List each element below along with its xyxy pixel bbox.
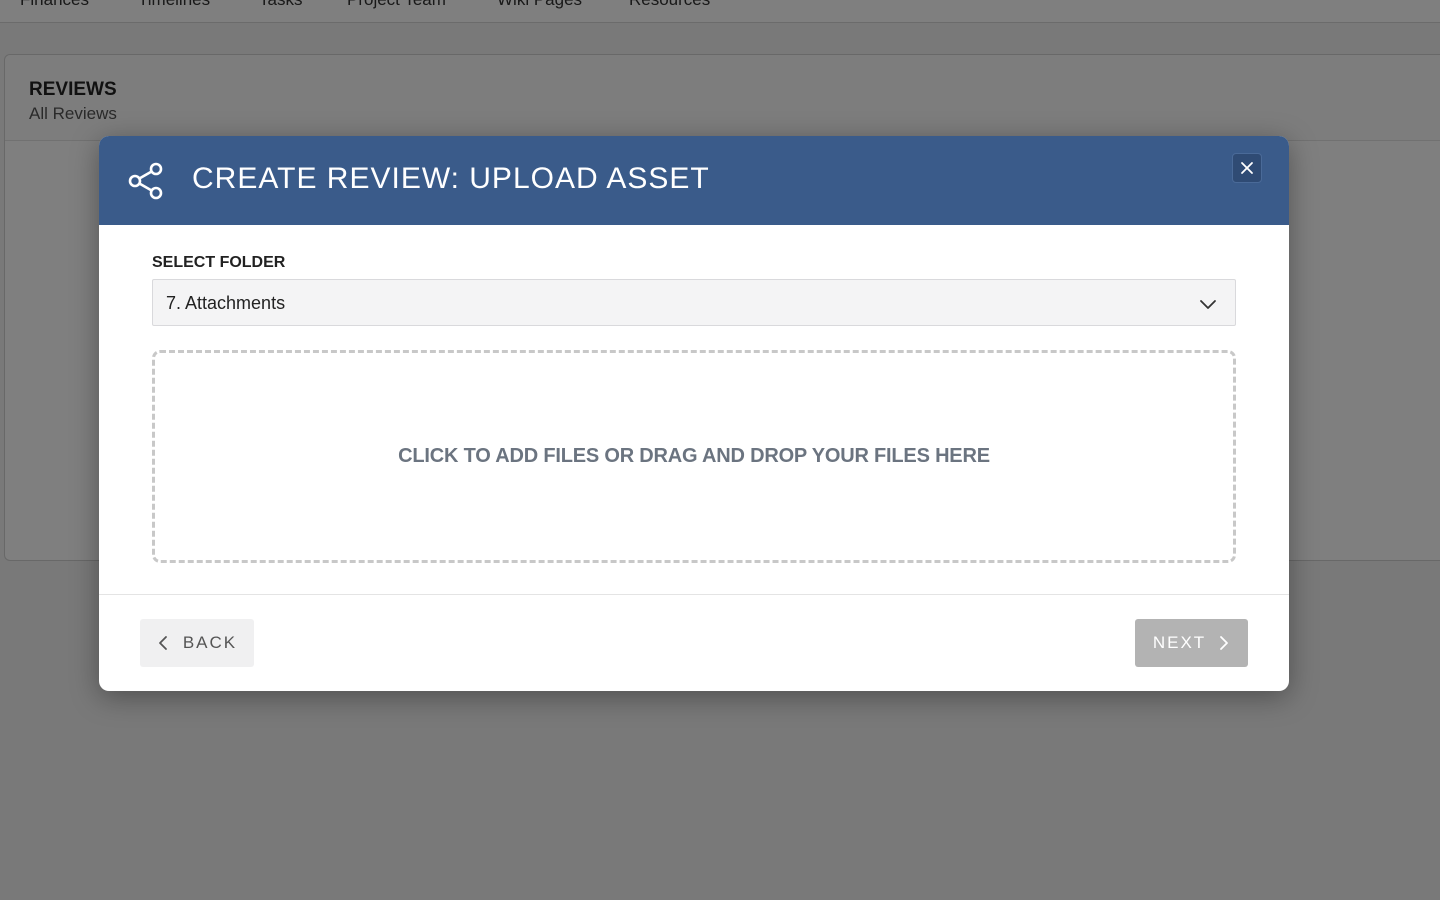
dropzone-text: CLICK TO ADD FILES OR DRAG AND DROP YOUR… [398,445,990,467]
back-button-label: BACK [182,633,238,652]
close-button[interactable] [1232,153,1262,183]
folder-select-value: 7. Attachments [166,293,286,313]
share-icon [128,162,163,200]
modal-title: CREATE REVIEW: UPLOAD ASSET [192,162,710,195]
modal-header: CREATE REVIEW: UPLOAD ASSET [99,136,1289,225]
close-icon [1241,162,1253,174]
select-folder-label: SELECT FOLDER [152,254,286,271]
create-review-modal: CREATE REVIEW: UPLOAD ASSET SELECT FOLDE… [99,136,1289,691]
back-button[interactable]: BACK [140,619,254,667]
file-dropzone[interactable]: CLICK TO ADD FILES OR DRAG AND DROP YOUR… [152,350,1236,563]
chevron-left-icon [158,636,167,650]
chevron-right-icon [1220,636,1229,650]
folder-select[interactable]: 7. Attachments [152,279,1236,326]
chevron-down-icon [1200,300,1216,309]
footer-divider [99,594,1289,595]
next-button[interactable]: NEXT [1135,619,1248,667]
next-button-label: NEXT [1152,633,1207,652]
